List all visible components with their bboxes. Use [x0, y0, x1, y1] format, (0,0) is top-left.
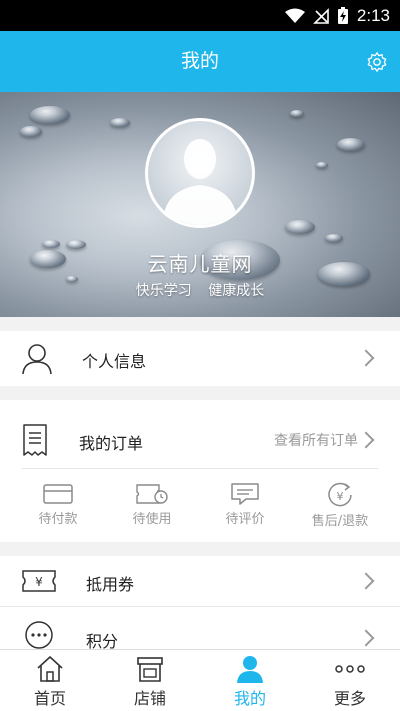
- page-title: 我的: [180, 50, 219, 72]
- status-label: 售后/退款: [311, 514, 369, 529]
- water-drop: [30, 106, 70, 124]
- water-drop: [110, 118, 130, 127]
- status-label: 待评价: [225, 512, 265, 527]
- water-drop: [316, 162, 328, 168]
- status-to-use[interactable]: 待使用: [102, 476, 202, 542]
- tab-label: 首页: [33, 689, 66, 708]
- no-signal-icon: [312, 7, 329, 24]
- my-orders-row[interactable]: 我的订单 查看所有订单: [0, 400, 400, 476]
- card-icon: [43, 484, 73, 504]
- tab-more[interactable]: 更多: [300, 650, 400, 711]
- water-drop: [42, 240, 60, 248]
- chevron-right-icon: [357, 572, 375, 590]
- slogan-left: 快乐学习: [135, 283, 192, 299]
- tab-store[interactable]: 店铺: [100, 650, 200, 711]
- chevron-right-icon: [357, 431, 375, 449]
- svg-text:¥: ¥: [35, 575, 43, 589]
- view-all-orders-link[interactable]: 查看所有订单: [274, 430, 358, 450]
- title-bar: 我的: [0, 31, 400, 92]
- user-outline-icon: [22, 344, 52, 375]
- clock: 2:13: [356, 5, 390, 25]
- status-label: 待付款: [38, 512, 78, 527]
- tab-label: 店铺: [133, 689, 166, 708]
- personal-info-label: 个人信息: [82, 352, 147, 371]
- home-icon: [37, 656, 63, 682]
- avatar[interactable]: [145, 118, 255, 228]
- coupon-icon: ¥: [22, 570, 56, 592]
- coupon-row[interactable]: ¥ 抵用券: [0, 556, 400, 606]
- battery-charging-icon: [337, 6, 348, 24]
- profile-banner: 云南儿童网 快乐学习 健康成长: [0, 92, 400, 317]
- water-drop: [285, 220, 315, 234]
- tab-label: 更多: [333, 689, 366, 708]
- wifi-icon: [284, 8, 305, 23]
- profile-name: 云南儿童网: [147, 252, 253, 276]
- view-all-orders-label: 查看所有订单: [274, 433, 358, 449]
- status-pending-payment[interactable]: 待付款: [8, 476, 108, 542]
- default-avatar-icon: [162, 139, 238, 225]
- points-row[interactable]: 积分: [0, 607, 400, 651]
- settings-gear-icon[interactable]: [366, 51, 388, 73]
- bottom-tab-bar: 首页 店铺 我的 更多: [0, 649, 400, 711]
- store-icon: [137, 657, 163, 682]
- comment-icon: [231, 483, 259, 505]
- my-orders-label: 我的订单: [79, 434, 144, 453]
- water-drop: [290, 110, 304, 117]
- refund-icon: ¥: [328, 482, 352, 507]
- chat-bubble-icon: [25, 621, 53, 649]
- status-refund[interactable]: ¥ 售后/退款: [290, 476, 390, 542]
- slogan-right: 健康成长: [208, 283, 265, 299]
- order-status-bar: 待付款 待使用 待评价 ¥ 售后/退款: [0, 476, 400, 542]
- chevron-right-icon: [357, 349, 375, 367]
- more-icon: [335, 665, 365, 673]
- receipt-icon: [23, 424, 47, 456]
- user-icon: [237, 656, 263, 683]
- status-bar: 2:13: [0, 0, 400, 31]
- status-to-review[interactable]: 待评价: [195, 476, 295, 542]
- ticket-clock-icon: [136, 484, 168, 504]
- tab-home[interactable]: 首页: [0, 650, 100, 711]
- status-label: 待使用: [132, 512, 172, 527]
- personal-info-row[interactable]: 个人信息: [0, 331, 400, 386]
- tab-label: 我的: [233, 689, 266, 708]
- water-drop: [325, 234, 343, 242]
- water-drop: [337, 138, 365, 151]
- divider: [22, 468, 378, 469]
- water-drop: [20, 126, 42, 137]
- chevron-right-icon: [357, 629, 375, 647]
- coupon-label: 抵用券: [86, 575, 135, 594]
- tab-mine[interactable]: 我的: [200, 650, 300, 711]
- svg-text:¥: ¥: [337, 490, 344, 503]
- profile-slogan: 快乐学习 健康成长: [0, 280, 400, 300]
